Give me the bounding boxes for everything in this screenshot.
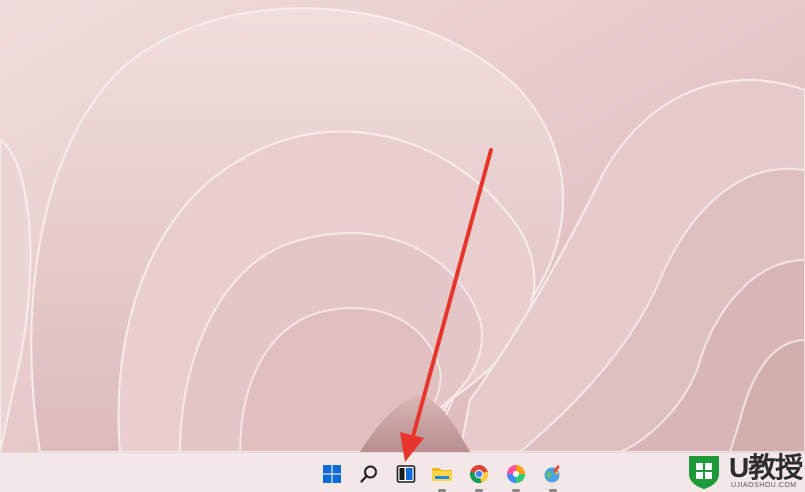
folder-icon: [432, 468, 452, 481]
paint-app-button[interactable]: [540, 461, 566, 492]
watermark: U教授 UJIAOSHOU.COM: [685, 451, 803, 491]
task-view-button[interactable]: [393, 461, 419, 487]
photos-app-button[interactable]: [503, 461, 529, 492]
windows-logo-icon: [323, 465, 341, 483]
chrome-icon: [469, 465, 489, 484]
search-button[interactable]: [356, 461, 382, 487]
search-icon: [360, 465, 377, 483]
task-view-icon: [396, 465, 416, 483]
windows-shield-logo-icon: [689, 456, 719, 489]
watermark-subtext: UJIAOSHOU.COM: [731, 481, 797, 489]
file-explorer-button[interactable]: [429, 461, 455, 492]
start-button[interactable]: [319, 461, 345, 487]
chrome-button[interactable]: [466, 461, 492, 492]
watermark-text: U教授: [729, 451, 803, 483]
desktop-wallpaper: [0, 0, 805, 452]
globe-paint-icon: [544, 465, 560, 483]
color-wheel-icon: [507, 465, 525, 483]
